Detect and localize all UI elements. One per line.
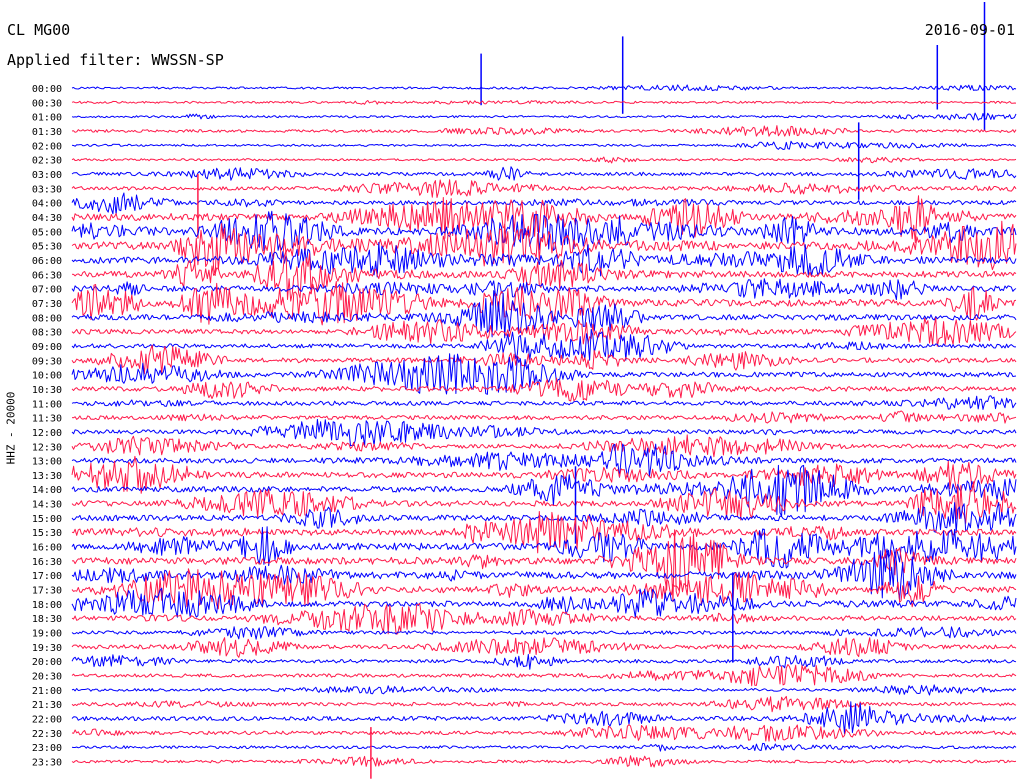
tick-label: 11:00 bbox=[32, 399, 62, 410]
tick-label: 06:00 bbox=[32, 256, 62, 267]
tick-label: 20:30 bbox=[32, 672, 62, 683]
tick-label: 12:30 bbox=[32, 442, 62, 453]
tick-label: 14:30 bbox=[32, 500, 62, 511]
trace-line bbox=[71, 502, 1017, 534]
trace-line bbox=[71, 317, 1017, 347]
tick-label: 10:00 bbox=[32, 371, 62, 382]
trace-line bbox=[71, 724, 1017, 742]
tick-label: 18:30 bbox=[32, 614, 62, 625]
tick-label: 00:30 bbox=[32, 98, 62, 109]
tick-label: 18:00 bbox=[32, 600, 62, 611]
tick-label: 19:00 bbox=[32, 629, 62, 640]
tick-label: 22:30 bbox=[32, 729, 62, 740]
trace-line bbox=[71, 210, 1017, 251]
trace-line bbox=[71, 410, 1017, 424]
tick-label: 16:00 bbox=[32, 543, 62, 554]
trace-line bbox=[71, 156, 1017, 164]
trace-line bbox=[71, 653, 1017, 670]
trace-line bbox=[71, 637, 1017, 658]
tick-label: 19:30 bbox=[32, 643, 62, 654]
tick-label: 03:00 bbox=[32, 170, 62, 181]
tick-label: 08:30 bbox=[32, 328, 62, 339]
filter-label: Applied filter: WWSSN-SP bbox=[7, 51, 224, 69]
tick-label: 15:30 bbox=[32, 528, 62, 539]
station-title: CL MG00 bbox=[7, 21, 71, 39]
tick-label: 04:30 bbox=[32, 213, 62, 224]
tick-label: 23:00 bbox=[32, 743, 62, 754]
tick-label: 13:30 bbox=[32, 471, 62, 482]
trace-line bbox=[71, 701, 1017, 735]
trace-line bbox=[71, 742, 1017, 752]
tick-label: 01:00 bbox=[32, 113, 62, 124]
tick-label: 17:30 bbox=[32, 586, 62, 597]
trace-line bbox=[71, 166, 1017, 181]
tick-label: 11:30 bbox=[32, 414, 62, 425]
tick-label: 05:00 bbox=[32, 227, 62, 238]
tick-label: 12:00 bbox=[32, 428, 62, 439]
trace-line bbox=[71, 626, 1017, 640]
tick-label: 02:00 bbox=[32, 141, 62, 152]
tick-label: 09:30 bbox=[32, 356, 62, 367]
trace-group bbox=[71, 2, 1017, 779]
channel-axis-label: HHZ - 20000 bbox=[4, 391, 18, 465]
trace-line bbox=[71, 125, 1017, 137]
trace-line bbox=[71, 511, 1017, 554]
tick-label: 07:30 bbox=[32, 299, 62, 310]
trace-line bbox=[71, 418, 1017, 447]
tick-label: 23:30 bbox=[32, 758, 62, 769]
trace-line bbox=[71, 290, 1017, 339]
trace-line bbox=[71, 695, 1017, 713]
tick-label: 05:30 bbox=[32, 242, 62, 253]
trace-line bbox=[71, 434, 1017, 458]
tick-label: 10:30 bbox=[32, 385, 62, 396]
tick-label: 20:00 bbox=[32, 657, 62, 668]
trace-line bbox=[71, 395, 1017, 410]
tick-label: 07:00 bbox=[32, 285, 62, 296]
trace-line bbox=[71, 755, 1017, 768]
trace-line bbox=[71, 344, 1017, 375]
tick-label: 01:30 bbox=[32, 127, 62, 138]
tick-label: 16:30 bbox=[32, 557, 62, 568]
tick-label: 09:00 bbox=[32, 342, 62, 353]
trace-line bbox=[71, 684, 1017, 696]
time-tick-labels: 00:00 00:30 01:00 01:30 02:00 02:30 03:00 03:30… bbox=[32, 84, 62, 769]
trace-line bbox=[71, 112, 1017, 121]
tick-label: 00:00 bbox=[32, 84, 62, 95]
tick-label: 21:00 bbox=[32, 686, 62, 697]
date-label: 2016-09-01 bbox=[924, 21, 1015, 39]
tick-label: 04:00 bbox=[32, 199, 62, 210]
trace-line bbox=[71, 377, 1017, 402]
tick-label: 17:00 bbox=[32, 571, 62, 582]
tick-label: 06:30 bbox=[32, 270, 62, 281]
helicorder-plot: 00:00 00:30 01:00 01:30 02:00 02:30 03:00 03:30… bbox=[32, 2, 1017, 779]
tick-label: 22:00 bbox=[32, 715, 62, 726]
tick-label: 08:00 bbox=[32, 313, 62, 324]
tick-label: 14:00 bbox=[32, 485, 62, 496]
tick-label: 13:00 bbox=[32, 457, 62, 468]
trace-line bbox=[71, 100, 1017, 105]
trace-line bbox=[71, 664, 1017, 687]
trace-line bbox=[71, 179, 1017, 198]
tick-label: 15:00 bbox=[32, 514, 62, 525]
trace-line bbox=[71, 84, 1017, 92]
trace-line bbox=[71, 140, 1017, 150]
tick-label: 21:30 bbox=[32, 700, 62, 711]
tick-label: 02:30 bbox=[32, 156, 62, 167]
tick-label: 03:30 bbox=[32, 184, 62, 195]
